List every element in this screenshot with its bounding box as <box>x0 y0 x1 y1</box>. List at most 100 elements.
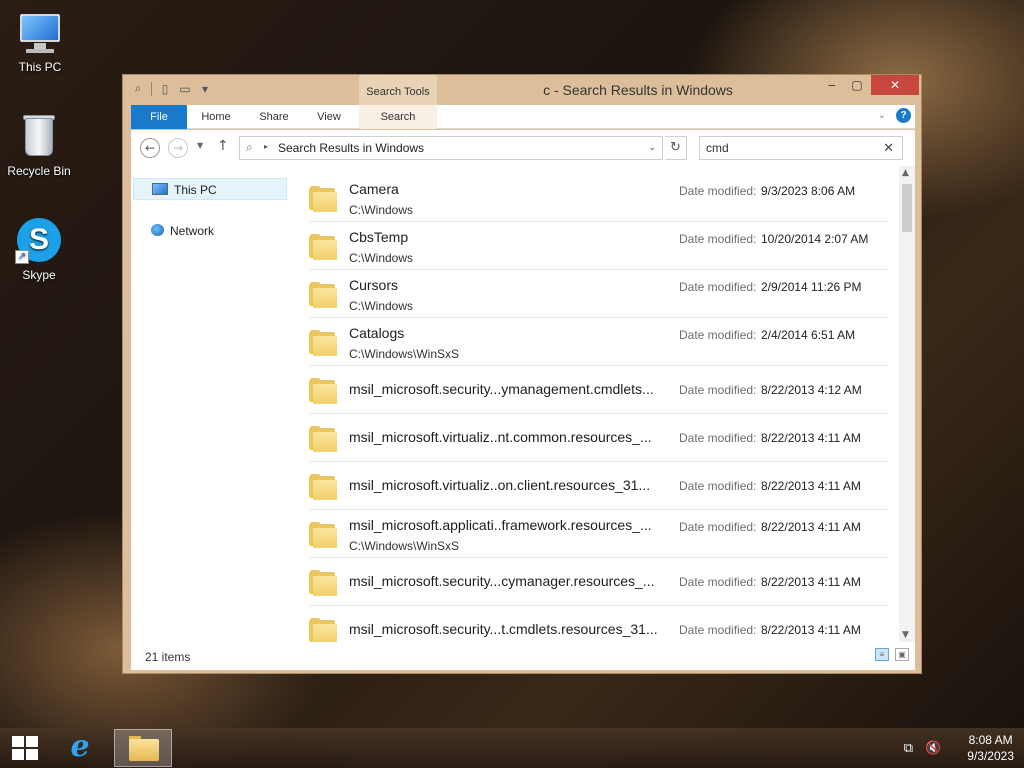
expand-ribbon-icon[interactable]: ⌄ <box>878 110 886 121</box>
scrollbar-thumb[interactable] <box>902 184 912 232</box>
new-folder-icon[interactable]: ▭ <box>178 82 192 96</box>
up-arrow-icon: ↑ <box>217 138 229 154</box>
scroll-down-icon[interactable]: ▼ <box>902 630 909 640</box>
search-tools-group-label: Search Tools <box>359 75 437 105</box>
up-button[interactable]: ↑ <box>217 138 229 154</box>
item-name: msil_microsoft.virtualiz..nt.common.reso… <box>349 429 652 445</box>
breadcrumb-chevron-icon[interactable]: ▸ <box>264 142 268 151</box>
forward-arrow-icon: → <box>172 141 184 155</box>
folder-icon <box>309 234 337 260</box>
recent-locations-icon[interactable]: ▼ <box>197 141 203 150</box>
breadcrumb[interactable]: Search Results in Windows <box>278 141 424 155</box>
list-item[interactable]: msil_microsoft.virtualiz..nt.common.reso… <box>309 414 889 462</box>
list-item[interactable]: msil_microsoft.security...t.cmdlets.reso… <box>309 606 889 642</box>
nav-item-this-pc[interactable]: This PC <box>133 178 287 200</box>
volume-muted-icon[interactable]: 🔇 <box>925 740 941 756</box>
list-item[interactable]: msil_microsoft.security...ymanagement.cm… <box>309 366 889 414</box>
status-bar: 21 items ≡ ▣ <box>131 642 915 670</box>
list-item[interactable]: Cursors C:\Windows Date modified: 2/9/20… <box>309 270 889 318</box>
item-name: Camera <box>349 181 399 197</box>
refresh-icon: ↻ <box>670 140 681 155</box>
item-name: msil_microsoft.applicati..framework.reso… <box>349 517 652 533</box>
magnifier-icon[interactable]: ⌕ <box>131 81 145 96</box>
nav-item-network[interactable]: Network <box>133 220 287 242</box>
desktop-icon-skype[interactable]: S ↗ Skype <box>1 216 77 282</box>
folder-icon <box>309 282 337 308</box>
item-name: CbsTemp <box>349 229 409 245</box>
tab-share[interactable]: Share <box>249 105 299 129</box>
help-icon[interactable]: ? <box>896 108 911 123</box>
address-bar[interactable]: ⌕ ▸ Search Results in Windows ⌄ <box>239 136 663 160</box>
date-modified-label: Date modified: <box>679 328 757 342</box>
search-box[interactable]: ✕ <box>699 136 903 160</box>
folder-icon <box>309 330 337 356</box>
item-path: C:\Windows\WinSxS <box>349 347 460 361</box>
window-title: c - Search Results in Windows <box>543 82 733 98</box>
item-name: Cursors <box>349 277 399 293</box>
item-name: msil_microsoft.virtualiz..on.client.reso… <box>349 477 651 493</box>
date-modified-label: Date modified: <box>679 623 757 637</box>
list-item[interactable]: Catalogs C:\Windows\WinSxS Date modified… <box>309 318 889 366</box>
back-arrow-icon: ← <box>144 141 156 155</box>
date-modified-label: Date modified: <box>679 383 757 397</box>
date-modified-label: Date modified: <box>679 575 757 589</box>
date-modified-value: 2/9/2014 11:26 PM <box>761 280 862 294</box>
minimize-button[interactable]: ‒ <box>819 75 845 95</box>
tab-search[interactable]: Search <box>359 105 437 129</box>
search-input[interactable] <box>706 138 876 158</box>
date-modified-value: 8/22/2013 4:11 AM <box>761 623 861 637</box>
large-icons-view-icon[interactable]: ▣ <box>895 648 909 661</box>
computer-icon <box>152 183 168 195</box>
title-bar[interactable]: ⌕ ▯ ▭ ▾ Search Tools c - Search Results … <box>123 75 921 105</box>
file-explorer-taskbar-button[interactable] <box>114 729 172 767</box>
date-modified-value: 2/4/2014 6:51 AM <box>761 328 856 342</box>
properties-icon[interactable]: ▯ <box>158 82 172 96</box>
taskbar: e ⧉ 🔇 8:08 AM 9/3/2023 <box>0 728 1024 768</box>
start-button[interactable] <box>12 736 38 760</box>
item-name: msil_microsoft.security...t.cmdlets.reso… <box>349 621 658 637</box>
folder-icon <box>309 378 337 404</box>
system-tray: ⧉ 🔇 8:08 AM 9/3/2023 <box>904 728 1014 768</box>
desktop-icon-recycle-bin[interactable]: Recycle Bin <box>1 112 77 178</box>
address-dropdown-icon[interactable]: ⌄ <box>648 142 656 153</box>
customize-dropdown-icon[interactable]: ▾ <box>198 82 212 96</box>
clock[interactable]: 8:08 AM 9/3/2023 <box>967 732 1014 764</box>
navigation-pane: This PC Network <box>131 166 289 642</box>
list-item[interactable]: msil_microsoft.applicati..framework.reso… <box>309 510 889 558</box>
explorer-window: ⌕ ▯ ▭ ▾ Search Tools c - Search Results … <box>122 74 922 674</box>
item-count: 21 items <box>145 650 191 664</box>
tab-view[interactable]: View <box>307 105 351 129</box>
maximize-button[interactable]: ▢ <box>844 75 870 95</box>
internet-explorer-icon[interactable]: e <box>62 732 98 764</box>
item-path: C:\Windows <box>349 251 414 265</box>
folder-icon <box>309 570 337 596</box>
details-view-icon[interactable]: ≡ <box>875 648 889 661</box>
close-icon[interactable]: ✕ <box>883 140 894 156</box>
list-item[interactable]: CbsTemp C:\Windows Date modified: 10/20/… <box>309 222 889 270</box>
vertical-scrollbar[interactable]: ▲ ▼ <box>899 166 915 642</box>
close-button[interactable]: ✕ <box>871 75 919 95</box>
desktop-icon-this-pc[interactable]: This PC <box>2 8 78 74</box>
date-modified-value: 10/20/2014 2:07 AM <box>761 232 869 246</box>
ribbon-tabs: File Home Share View Search ⌄ ? <box>131 105 915 129</box>
item-path: C:\Windows\WinSxS <box>349 539 460 553</box>
item-name: Catalogs <box>349 325 405 341</box>
scroll-up-icon[interactable]: ▲ <box>902 168 909 178</box>
back-button[interactable]: ← <box>140 138 160 158</box>
list-item[interactable]: msil_microsoft.security...cymanager.reso… <box>309 558 889 606</box>
toolbar-divider <box>151 81 152 96</box>
list-item[interactable]: Camera C:\Windows Date modified: 9/3/202… <box>309 174 889 222</box>
search-results-list: Camera C:\Windows Date modified: 9/3/202… <box>299 166 899 642</box>
network-status-icon[interactable]: ⧉ <box>904 740 913 756</box>
list-item[interactable]: msil_microsoft.virtualiz..on.client.reso… <box>309 462 889 510</box>
computer-icon <box>16 8 64 56</box>
date-modified-label: Date modified: <box>679 520 757 534</box>
date-modified-value: 8/22/2013 4:12 AM <box>761 383 862 397</box>
tab-home[interactable]: Home <box>191 105 241 129</box>
tab-file[interactable]: File <box>131 105 187 129</box>
content-area: This PC Network Camera C:\Windows Date m… <box>131 166 915 642</box>
folder-icon <box>309 522 337 548</box>
nav-item-label: Network <box>170 224 215 238</box>
refresh-button[interactable]: ↻ <box>665 136 687 160</box>
forward-button[interactable]: → <box>168 138 188 158</box>
